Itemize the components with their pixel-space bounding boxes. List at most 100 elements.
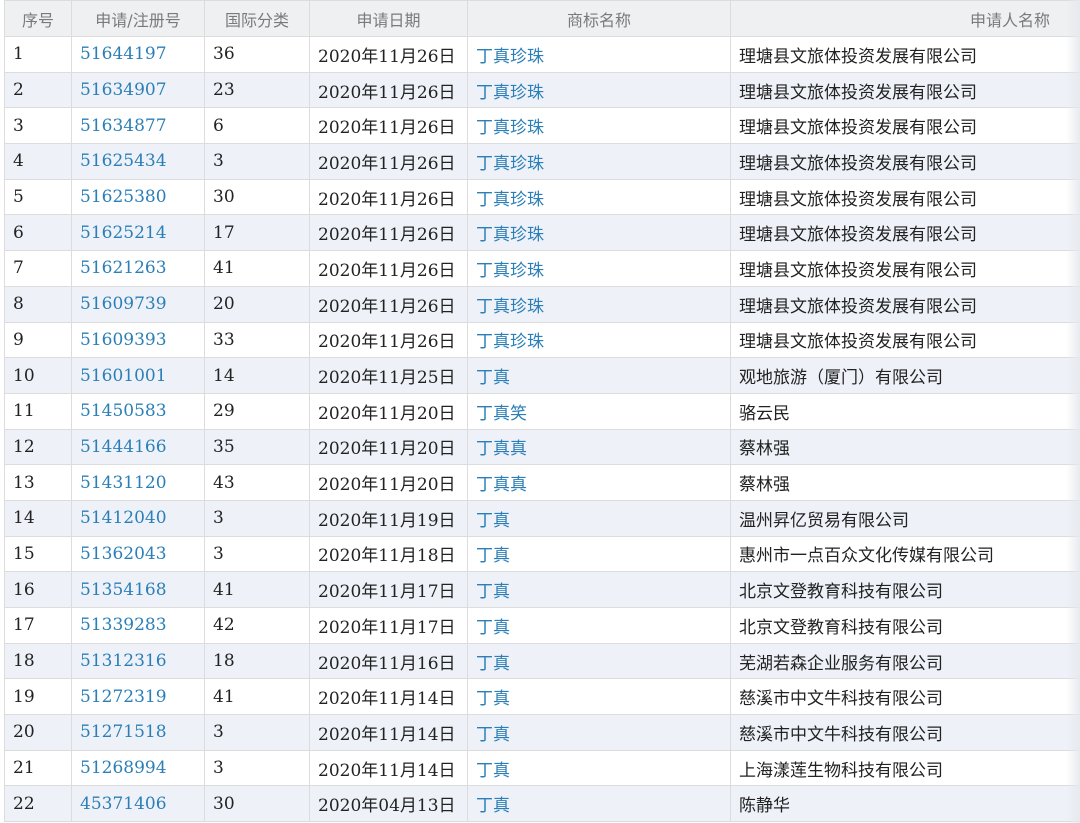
header-row: 序号 申请/注册号 国际分类 申请日期 商标名称 申请人名称	[4, 0, 1080, 37]
cell-apply-date: 2020年11月26日	[309, 214, 468, 252]
table-row[interactable]: 1 51644197 36 2020年11月26日 丁真珍珠 理塘县文旅体投资发展有限公司	[4, 36, 1080, 73]
cell-trademark-name-link[interactable]: 丁真珍珠	[467, 143, 731, 180]
table-row[interactable]: 16 51354168 41 2020年11月17日 丁真 北京文登教育科技有限公司	[4, 571, 1080, 608]
cell-reg-no-link[interactable]: 45371406	[71, 785, 205, 823]
cell-reg-no-link[interactable]: 51601001	[71, 357, 205, 394]
table-row[interactable]: 21 51268994 3 2020年11月14日 丁真 上海漾莲生物科技有限公司	[4, 749, 1080, 787]
cell-trademark-name-link[interactable]: 丁真	[467, 535, 731, 573]
header-applicant[interactable]: 申请人名称	[730, 0, 1080, 37]
cell-index: 12	[4, 428, 72, 466]
table-row[interactable]: 9 51609393 33 2020年11月26日 丁真珍珠 理塘县文旅体投资发展有限公司	[4, 321, 1080, 359]
cell-reg-no-link[interactable]: 51450583	[71, 392, 205, 430]
cell-trademark-name-link[interactable]: 丁真珍珠	[467, 321, 731, 359]
cell-reg-no-link[interactable]: 51609393	[71, 321, 205, 359]
cell-reg-no-link[interactable]: 51272319	[71, 678, 205, 716]
cell-reg-no-link[interactable]: 51271518	[71, 714, 205, 751]
cell-reg-no-link[interactable]: 51431120	[71, 464, 205, 501]
cell-trademark-name-link[interactable]: 丁真珍珠	[467, 214, 731, 252]
cell-intl-class: 30	[204, 178, 310, 216]
cell-trademark-name-link[interactable]: 丁真笑	[467, 392, 731, 430]
cell-intl-class: 3	[204, 749, 310, 787]
table-row[interactable]: 12 51444166 35 2020年11月20日 丁真真 蔡林强	[4, 428, 1080, 466]
table-row[interactable]: 6 51625214 17 2020年11月26日 丁真珍珠 理塘县文旅体投资发展有限公司	[4, 214, 1080, 252]
table-row[interactable]: 17 51339283 42 2020年11月17日 丁真 北京文登教育科技有限公司	[4, 607, 1080, 644]
cell-reg-no-link[interactable]: 51625434	[71, 143, 205, 180]
cell-applicant: 惠州市一点百众文化传媒有限公司	[730, 535, 1080, 573]
cell-trademark-name-link[interactable]: 丁真珍珠	[467, 36, 731, 73]
cell-apply-date: 2020年11月26日	[309, 36, 468, 73]
trademark-table: 序号 申请/注册号 国际分类 申请日期 商标名称 申请人名称 1 51644197…	[4, 0, 1080, 823]
cell-trademark-name-link[interactable]: 丁真	[467, 357, 731, 394]
cell-index: 21	[4, 749, 72, 787]
cell-intl-class: 29	[204, 392, 310, 430]
cell-reg-no-link[interactable]: 51312316	[71, 642, 205, 680]
trademark-table-container: 序号 申请/注册号 国际分类 申请日期 商标名称 申请人名称 1 51644197…	[0, 0, 1080, 823]
header-index[interactable]: 序号	[4, 0, 72, 37]
cell-apply-date: 2020年11月26日	[309, 107, 468, 145]
cell-index: 3	[4, 107, 72, 145]
cell-reg-no-link[interactable]: 51625214	[71, 214, 205, 252]
table-row[interactable]: 8 51609739 20 2020年11月26日 丁真珍珠 理塘县文旅体投资发展有限公司	[4, 285, 1080, 323]
cell-applicant: 芜湖若森企业服务有限公司	[730, 642, 1080, 680]
table-row[interactable]: 2 51634907 23 2020年11月26日 丁真珍珠 理塘县文旅体投资发展有限公司	[4, 71, 1080, 109]
table-row[interactable]: 3 51634877 6 2020年11月26日 丁真珍珠 理塘县文旅体投资发展有限公司	[4, 107, 1080, 145]
cell-applicant: 慈溪市中文牛科技有限公司	[730, 714, 1080, 751]
cell-reg-no-link[interactable]: 51444166	[71, 428, 205, 466]
table-row[interactable]: 5 51625380 30 2020年11月26日 丁真珍珠 理塘县文旅体投资发展有限公司	[4, 178, 1080, 216]
cell-apply-date: 2020年11月17日	[309, 607, 468, 644]
cell-trademark-name-link[interactable]: 丁真	[467, 678, 731, 716]
cell-applicant: 骆云民	[730, 392, 1080, 430]
header-trademark-name[interactable]: 商标名称	[467, 0, 731, 37]
cell-reg-no-link[interactable]: 51362043	[71, 535, 205, 573]
cell-applicant: 蔡林强	[730, 428, 1080, 466]
cell-reg-no-link[interactable]: 51621263	[71, 250, 205, 287]
cell-reg-no-link[interactable]: 51634877	[71, 107, 205, 145]
cell-trademark-name-link[interactable]: 丁真	[467, 714, 731, 751]
cell-reg-no-link[interactable]: 51644197	[71, 36, 205, 73]
table-row[interactable]: 10 51601001 14 2020年11月25日 丁真 观地旅游（厦门）有限公司	[4, 357, 1080, 394]
cell-trademark-name-link[interactable]: 丁真	[467, 499, 731, 537]
table-row[interactable]: 18 51312316 18 2020年11月16日 丁真 芜湖若森企业服务有限公司	[4, 642, 1080, 680]
cell-trademark-name-link[interactable]: 丁真	[467, 749, 731, 787]
cell-reg-no-link[interactable]: 51625380	[71, 178, 205, 216]
table-row[interactable]: 22 45371406 30 2020年04月13日 丁真 陈静华	[4, 785, 1080, 823]
table-row[interactable]: 13 51431120 43 2020年11月20日 丁真真 蔡林强	[4, 464, 1080, 501]
cell-trademark-name-link[interactable]: 丁真真	[467, 428, 731, 466]
header-reg-no[interactable]: 申请/注册号	[71, 0, 205, 37]
cell-apply-date: 2020年11月19日	[309, 499, 468, 537]
cell-intl-class: 35	[204, 428, 310, 466]
cell-reg-no-link[interactable]: 51634907	[71, 71, 205, 109]
table-row[interactable]: 20 51271518 3 2020年11月14日 丁真 慈溪市中文牛科技有限公司	[4, 714, 1080, 751]
cell-intl-class: 30	[204, 785, 310, 823]
cell-reg-no-link[interactable]: 51268994	[71, 749, 205, 787]
cell-index: 15	[4, 535, 72, 573]
table-row[interactable]: 19 51272319 41 2020年11月14日 丁真 慈溪市中文牛科技有限公司	[4, 678, 1080, 716]
cell-reg-no-link[interactable]: 51412040	[71, 499, 205, 537]
header-intl-class[interactable]: 国际分类	[204, 0, 310, 37]
cell-apply-date: 2020年04月13日	[309, 785, 468, 823]
table-row[interactable]: 15 51362043 3 2020年11月18日 丁真 惠州市一点百众文化传媒有限公司	[4, 535, 1080, 573]
cell-trademark-name-link[interactable]: 丁真真	[467, 464, 731, 501]
cell-applicant: 北京文登教育科技有限公司	[730, 607, 1080, 644]
cell-trademark-name-link[interactable]: 丁真珍珠	[467, 178, 731, 216]
cell-applicant: 蔡林强	[730, 464, 1080, 501]
table-row[interactable]: 14 51412040 3 2020年11月19日 丁真 温州昇亿贸易有限公司	[4, 499, 1080, 537]
table-row[interactable]: 4 51625434 3 2020年11月26日 丁真珍珠 理塘县文旅体投资发展有限公司	[4, 143, 1080, 180]
table-body: 1 51644197 36 2020年11月26日 丁真珍珠 理塘县文旅体投资发展有限公司…	[4, 36, 1080, 823]
header-apply-date[interactable]: 申请日期	[309, 0, 468, 37]
cell-trademark-name-link[interactable]: 丁真珍珠	[467, 250, 731, 287]
table-row[interactable]: 7 51621263 41 2020年11月26日 丁真珍珠 理塘县文旅体投资发展有限公司	[4, 250, 1080, 287]
table-row[interactable]: 11 51450583 29 2020年11月20日 丁真笑 骆云民	[4, 392, 1080, 430]
cell-trademark-name-link[interactable]: 丁真珍珠	[467, 71, 731, 109]
table-header: 序号 申请/注册号 国际分类 申请日期 商标名称 申请人名称	[4, 0, 1080, 37]
cell-trademark-name-link[interactable]: 丁真	[467, 607, 731, 644]
cell-reg-no-link[interactable]: 51609739	[71, 285, 205, 323]
cell-trademark-name-link[interactable]: 丁真	[467, 642, 731, 680]
cell-trademark-name-link[interactable]: 丁真珍珠	[467, 285, 731, 323]
cell-trademark-name-link[interactable]: 丁真	[467, 785, 731, 823]
cell-trademark-name-link[interactable]: 丁真珍珠	[467, 107, 731, 145]
cell-apply-date: 2020年11月20日	[309, 464, 468, 501]
cell-reg-no-link[interactable]: 51339283	[71, 607, 205, 644]
cell-trademark-name-link[interactable]: 丁真	[467, 571, 731, 608]
cell-reg-no-link[interactable]: 51354168	[71, 571, 205, 608]
